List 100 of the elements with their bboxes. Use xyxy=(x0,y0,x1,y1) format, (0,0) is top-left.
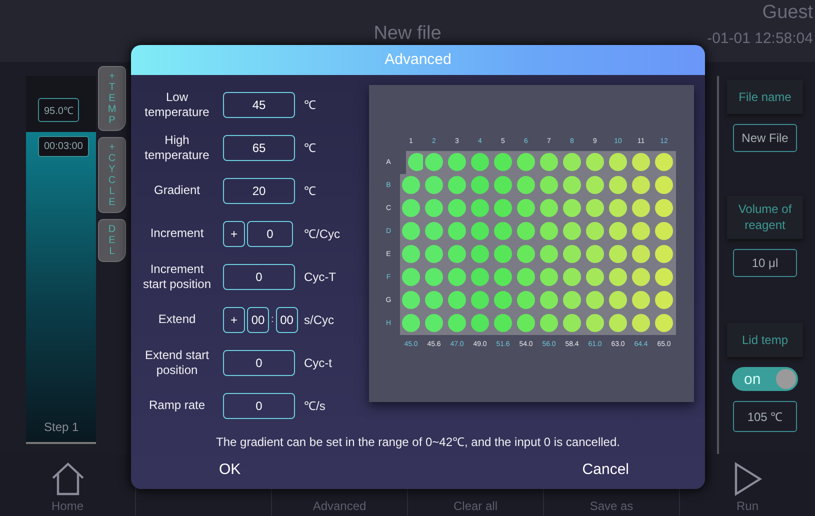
ok-button[interactable]: OK xyxy=(211,456,249,484)
well-dot[interactable] xyxy=(471,245,489,263)
input-field[interactable]: 0 xyxy=(223,392,295,418)
well-dot[interactable] xyxy=(586,268,604,286)
well-dot[interactable] xyxy=(471,291,489,309)
well-dot[interactable] xyxy=(425,245,443,263)
well-dot[interactable] xyxy=(471,176,489,194)
well-dot[interactable] xyxy=(402,222,420,240)
seconds-field[interactable]: 00 xyxy=(276,306,298,332)
well-dot[interactable] xyxy=(632,268,650,286)
well-dot[interactable] xyxy=(494,291,512,309)
input-field[interactable]: 20 xyxy=(223,178,295,204)
input-field[interactable]: 0 xyxy=(223,350,295,376)
lid-temp-field[interactable]: 105 ℃ xyxy=(733,401,797,432)
input-field[interactable]: 0 xyxy=(247,220,293,246)
well-dot[interactable] xyxy=(425,291,443,309)
well-dot[interactable] xyxy=(609,291,627,309)
well-dot[interactable] xyxy=(632,176,650,194)
well-dot[interactable] xyxy=(586,199,604,217)
well-dot[interactable] xyxy=(609,176,627,194)
well-dot[interactable] xyxy=(494,268,512,286)
well-dot[interactable] xyxy=(517,222,535,240)
time-field[interactable]: 00:03:00 xyxy=(38,136,89,157)
well-dot[interactable] xyxy=(563,222,581,240)
well-dot[interactable] xyxy=(609,199,627,217)
input-field[interactable]: 45 xyxy=(223,92,295,118)
well-dot[interactable] xyxy=(402,199,420,217)
well-dot[interactable] xyxy=(494,222,512,240)
well-dot[interactable] xyxy=(494,245,512,263)
well-dot[interactable] xyxy=(448,291,466,309)
sign-button[interactable]: + xyxy=(223,220,245,246)
well-dot[interactable] xyxy=(402,176,420,194)
well-dot[interactable] xyxy=(402,314,420,332)
well-dot[interactable] xyxy=(448,222,466,240)
well-dot[interactable] xyxy=(517,153,535,171)
well-dot[interactable] xyxy=(471,153,489,171)
well-dot[interactable] xyxy=(586,291,604,309)
well-dot[interactable] xyxy=(632,153,650,171)
well-dot[interactable] xyxy=(471,222,489,240)
volume-field[interactable]: 10 μl xyxy=(733,249,797,278)
well-dot[interactable] xyxy=(632,245,650,263)
well-dot[interactable] xyxy=(655,153,673,171)
well-dot[interactable] xyxy=(494,153,512,171)
well-dot[interactable] xyxy=(655,222,673,240)
well-dot[interactable] xyxy=(586,153,604,171)
input-field[interactable]: 0 xyxy=(223,264,295,290)
well-dot[interactable] xyxy=(632,314,650,332)
well-dot[interactable] xyxy=(425,222,443,240)
well-dot[interactable] xyxy=(494,176,512,194)
minutes-field[interactable]: 00 xyxy=(247,306,269,332)
well-dot[interactable] xyxy=(517,291,535,309)
well-dot[interactable] xyxy=(517,245,535,263)
well-dot[interactable] xyxy=(494,199,512,217)
well-dot[interactable] xyxy=(540,222,558,240)
well-dot[interactable] xyxy=(586,245,604,263)
well-dot[interactable] xyxy=(586,176,604,194)
well-dot[interactable] xyxy=(540,153,558,171)
well-dot[interactable] xyxy=(609,245,627,263)
well-dot[interactable] xyxy=(632,291,650,309)
well-dot[interactable] xyxy=(655,245,673,263)
well-dot[interactable] xyxy=(655,199,673,217)
well-dot[interactable] xyxy=(425,199,443,217)
well-dot[interactable] xyxy=(609,268,627,286)
well-dot[interactable] xyxy=(563,176,581,194)
well-dot[interactable] xyxy=(655,268,673,286)
home-icon[interactable] xyxy=(50,462,86,496)
well-dot[interactable] xyxy=(609,153,627,171)
well-dot[interactable] xyxy=(563,199,581,217)
well-dot[interactable] xyxy=(563,314,581,332)
well-dot[interactable] xyxy=(632,199,650,217)
well-dot[interactable] xyxy=(563,268,581,286)
well-dot[interactable] xyxy=(448,245,466,263)
well-dot[interactable] xyxy=(402,291,420,309)
well-dot[interactable] xyxy=(540,245,558,263)
well-dot[interactable] xyxy=(471,268,489,286)
well-dot[interactable] xyxy=(448,199,466,217)
well-dot[interactable] xyxy=(425,176,443,194)
well-dot[interactable] xyxy=(632,222,650,240)
well-dot[interactable] xyxy=(586,314,604,332)
well-dot[interactable] xyxy=(402,245,420,263)
well-dot[interactable] xyxy=(494,314,512,332)
well-dot[interactable] xyxy=(586,222,604,240)
well-dot[interactable] xyxy=(540,268,558,286)
well-dot[interactable] xyxy=(563,291,581,309)
well-dot[interactable] xyxy=(448,176,466,194)
well-dot[interactable] xyxy=(517,199,535,217)
well-dot[interactable] xyxy=(540,176,558,194)
well-dot[interactable] xyxy=(425,153,443,171)
well-dot[interactable] xyxy=(471,199,489,217)
play-icon[interactable] xyxy=(732,462,762,496)
file-name-field[interactable]: New File xyxy=(733,124,797,152)
temperature-field[interactable]: 95.0℃ xyxy=(38,98,80,122)
well-dot[interactable] xyxy=(471,314,489,332)
well-dot[interactable] xyxy=(425,314,443,332)
well-dot[interactable] xyxy=(563,245,581,263)
well-dot[interactable] xyxy=(448,268,466,286)
well-dot[interactable] xyxy=(563,153,581,171)
well-dot[interactable] xyxy=(655,314,673,332)
well-dot[interactable] xyxy=(540,291,558,309)
sign-button[interactable]: + xyxy=(223,306,245,332)
